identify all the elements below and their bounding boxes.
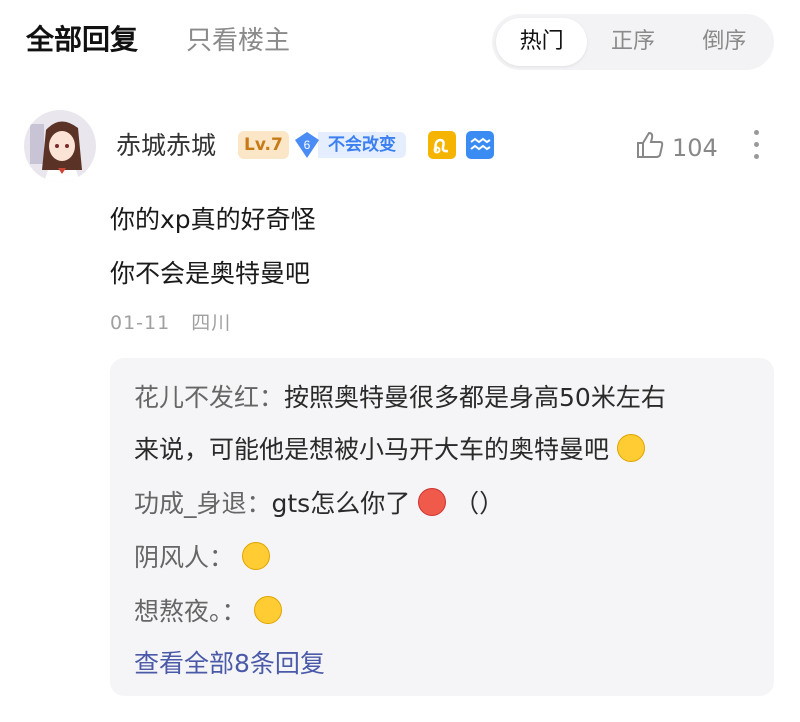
sort-switch: 热门 正序 倒序 xyxy=(492,14,774,70)
angry-face-icon xyxy=(418,488,447,516)
tab-op-only[interactable]: 只看楼主 xyxy=(186,20,290,57)
reply-item: 功成_身退：gts怎么你了 （） xyxy=(134,484,504,520)
laughing-face-icon xyxy=(254,596,283,624)
more-options-icon[interactable] xyxy=(754,130,762,166)
like-button[interactable]: 104 xyxy=(634,129,718,167)
reply-author[interactable]: 功成_身退： xyxy=(134,489,272,518)
reply-item: 花儿不发红：按照奥特曼很多都是身高50米左右 xyxy=(134,378,666,414)
reply-author[interactable]: 花儿不发红： xyxy=(134,383,284,412)
sort-asc[interactable]: 正序 xyxy=(587,18,678,66)
reply-author[interactable]: 想熬夜。： xyxy=(134,597,247,626)
comment-date: 01-11 xyxy=(110,312,171,334)
reply-text: gts怎么你了 xyxy=(271,489,411,518)
sort-desc[interactable]: 倒序 xyxy=(679,18,770,66)
level-badge: Lv.7 xyxy=(238,131,289,159)
reply-text: 来说，可能他是想被小马开大车的奥特曼吧 xyxy=(134,435,610,464)
diamond-icon: 6 xyxy=(292,130,322,160)
laughing-face-icon xyxy=(241,542,270,570)
reply-text: 按照奥特曼很多都是身高50米左右 xyxy=(284,383,666,412)
sort-hot[interactable]: 热门 xyxy=(496,18,588,66)
laughing-face-icon xyxy=(616,434,645,462)
svg-text:6: 6 xyxy=(304,138,311,152)
comment-text-line: 你不会是奥特曼吧 xyxy=(110,259,311,288)
thumbs-up-icon xyxy=(634,129,666,167)
comment-text-line: 你的xp真的好奇怪 xyxy=(110,205,316,234)
reply-item: 想熬夜。： xyxy=(134,592,283,628)
reply-preview[interactable]: 花儿不发红：按照奥特曼很多都是身高50米左右 来说，可能他是想被小马开大车的奥特… xyxy=(110,358,774,696)
tab-all-replies[interactable]: 全部回复 xyxy=(26,18,138,58)
aquarius-zodiac-icon xyxy=(466,131,494,159)
avatar[interactable] xyxy=(24,110,96,182)
username[interactable]: 赤城赤城 xyxy=(116,126,216,162)
like-count: 104 xyxy=(672,134,718,162)
leo-zodiac-icon xyxy=(428,131,456,159)
reply-item-continued: 来说，可能他是想被小马开大车的奥特曼吧 xyxy=(134,430,645,466)
fan-badge[interactable]: 6 不会改变 xyxy=(292,131,406,159)
comment-meta: 01-11 四川 xyxy=(110,308,245,335)
reply-suffix: （） xyxy=(454,489,505,518)
reply-author[interactable]: 阴风人： xyxy=(134,543,234,572)
fan-badge-label: 不会改变 xyxy=(318,132,406,158)
comment-tabs: 全部回复 只看楼主 xyxy=(26,18,290,58)
reply-item: 阴风人： xyxy=(134,538,270,574)
view-all-replies-link[interactable]: 查看全部8条回复 xyxy=(134,644,325,680)
comment-location: 四川 xyxy=(191,312,232,334)
